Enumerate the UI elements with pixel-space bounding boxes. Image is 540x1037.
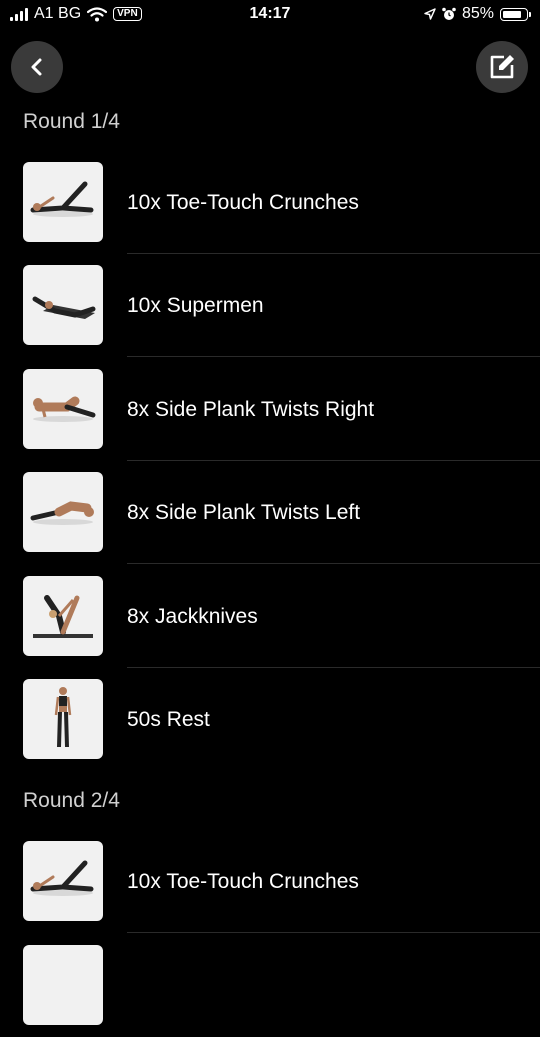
back-button[interactable] — [11, 41, 63, 93]
supermen-image — [32, 296, 96, 319]
status-bar: A1 BG VPN 14:17 85% — [0, 0, 540, 30]
exercise-row[interactable]: 10x Toe-Touch Crunches — [0, 830, 540, 933]
exercise-label: 8x Side Plank Twists Right — [127, 398, 375, 421]
exercise-label: 50s Rest — [127, 708, 210, 731]
exercise-row[interactable]: 10x Supermen — [0, 254, 540, 357]
exercise-row[interactable]: 8x Jackknives — [0, 565, 540, 668]
alarm-icon — [442, 7, 456, 20]
chevron-left-icon — [31, 58, 42, 76]
toe-touch-crunch-image — [30, 181, 94, 217]
edit-button[interactable] — [476, 41, 528, 93]
exercise-label: 10x Toe-Touch Crunches — [127, 870, 359, 893]
row-divider — [127, 563, 540, 564]
rest-standing-image — [54, 687, 72, 748]
exercise-thumbnail — [23, 576, 103, 656]
battery-icon — [500, 7, 531, 21]
side-plank-right-image — [33, 396, 96, 422]
exercise-label: 10x Supermen — [127, 294, 264, 317]
exercise-thumbnail — [23, 265, 103, 345]
exercise-label: 10x Toe-Touch Crunches — [127, 191, 359, 214]
round-title: Round 2/4 — [23, 789, 120, 812]
toe-touch-crunch-image — [30, 860, 94, 896]
exercise-thumbnail — [23, 945, 103, 1025]
round-title: Round 1/4 — [23, 110, 120, 133]
exercise-row[interactable]: 8x Side Plank Twists Right — [0, 358, 540, 461]
exercise-thumbnail — [23, 679, 103, 759]
exercise-thumbnail — [23, 369, 103, 449]
edit-icon — [490, 55, 514, 79]
exercise-row[interactable]: 50s Rest — [0, 668, 540, 771]
exercise-label: 8x Jackknives — [127, 605, 258, 628]
battery-fill — [503, 10, 521, 18]
exercise-label: 8x Side Plank Twists Left — [127, 501, 361, 524]
exercise-row[interactable]: 10x Toe-Touch Crunches — [0, 151, 540, 254]
jackknife-image — [33, 595, 93, 638]
battery-percent: 85% — [461, 5, 494, 22]
status-right: 85% — [424, 5, 531, 23]
exercise-thumbnail — [23, 472, 103, 552]
exercise-thumbnail — [23, 162, 103, 242]
row-divider — [127, 932, 540, 933]
row-divider — [127, 356, 540, 357]
side-plank-left-image — [30, 501, 94, 525]
exercise-row[interactable]: 8x Side Plank Twists Left — [0, 461, 540, 564]
exercise-thumbnail — [23, 841, 103, 921]
exercise-row[interactable] — [0, 934, 540, 1037]
location-icon — [424, 8, 436, 20]
